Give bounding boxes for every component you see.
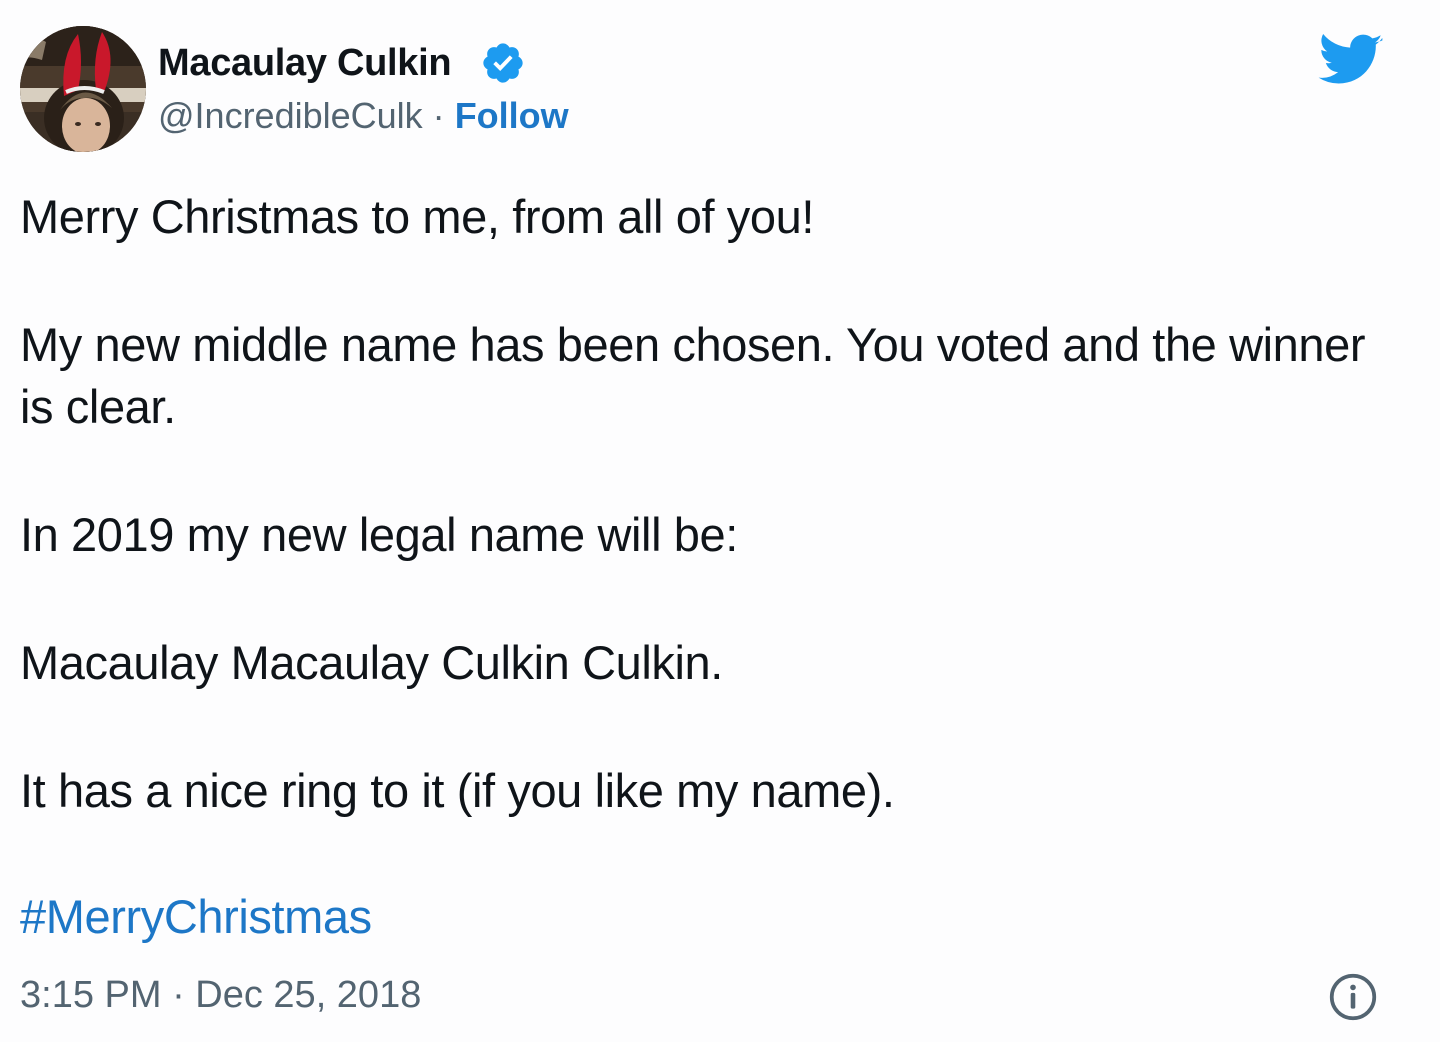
- tweet-timestamp[interactable]: 3:15 PM · Dec 25, 2018: [20, 972, 421, 1018]
- tweet-paragraph: It has a nice ring to it (if you like my…: [20, 764, 895, 817]
- author-handle[interactable]: @IncredibleCulk: [158, 95, 423, 136]
- tweet-paragraph: My new middle name has been chosen. You …: [20, 318, 1366, 433]
- verified-badge-icon: [483, 43, 523, 83]
- author-name[interactable]: Macaulay Culkin: [158, 40, 452, 86]
- twitter-bird-icon[interactable]: [1318, 34, 1384, 88]
- avatar[interactable]: [20, 26, 146, 152]
- info-circle-icon[interactable]: [1328, 972, 1378, 1022]
- follow-button[interactable]: Follow: [455, 95, 569, 136]
- tweet-card: Macaulay Culkin @IncredibleCulk · Follow…: [0, 0, 1440, 1042]
- tweet-paragraph: Macaulay Macaulay Culkin Culkin.: [20, 636, 723, 689]
- hashtag-link[interactable]: #MerryChristmas: [20, 886, 372, 948]
- tweet-text: Merry Christmas to me, from all of you! …: [20, 186, 1400, 822]
- meta-separator: ·: [432, 95, 445, 136]
- profile-photo-icon: [20, 26, 146, 152]
- tweet-paragraph: In 2019 my new legal name will be:: [20, 508, 738, 561]
- author-meta: @IncredibleCulk · Follow: [158, 94, 569, 138]
- tweet-paragraph: Merry Christmas to me, from all of you!: [20, 190, 815, 243]
